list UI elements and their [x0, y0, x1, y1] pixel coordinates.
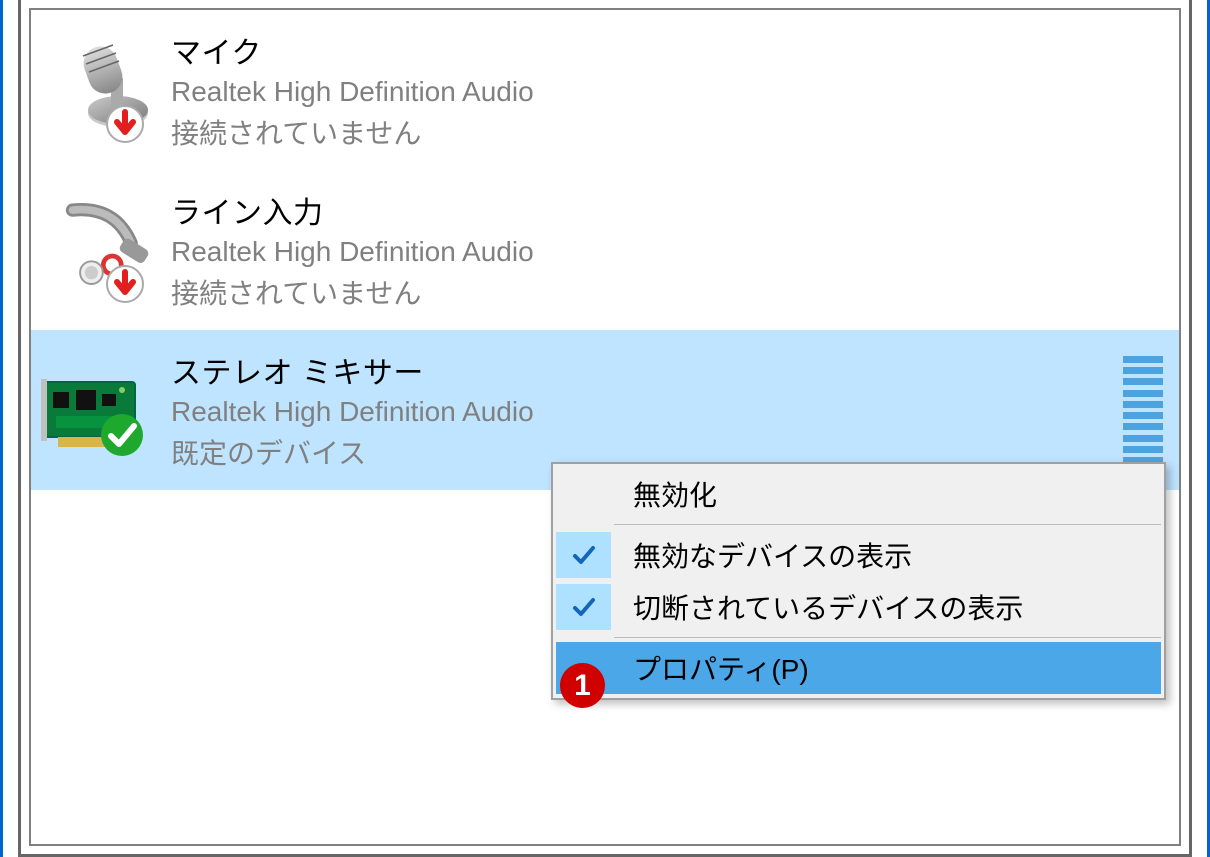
device-item-mic[interactable]: マイク Realtek High Definition Audio 接続されてい…: [31, 10, 1179, 170]
device-item-line-in[interactable]: ライン入力 Realtek High Definition Audio 接続され…: [31, 170, 1179, 330]
device-description: Realtek High Definition Audio: [171, 76, 1169, 108]
disconnected-badge-icon: [105, 104, 145, 144]
menu-item-disable[interactable]: 無効化: [556, 468, 1161, 520]
menu-separator: [614, 524, 1161, 525]
default-device-badge-icon: [99, 412, 145, 458]
device-name: ライン入力: [171, 188, 1169, 232]
device-name: ステレオ ミキサー: [171, 348, 1123, 392]
menu-item-show-disconnected[interactable]: 切断されているデバイスの表示: [556, 581, 1161, 633]
device-description: Realtek High Definition Audio: [171, 396, 1123, 428]
menu-separator: [614, 637, 1161, 638]
menu-item-properties[interactable]: プロパティ(P): [556, 642, 1161, 694]
recording-devices-list[interactable]: マイク Realtek High Definition Audio 接続されてい…: [29, 8, 1181, 846]
menu-item-label: 無効化: [611, 474, 1161, 514]
checkmark-icon: [570, 593, 598, 621]
menu-item-label: 無効なデバイスの表示: [611, 535, 1161, 575]
level-meter: [1123, 356, 1163, 464]
menu-item-show-disabled[interactable]: 無効なデバイスの表示: [556, 529, 1161, 581]
disconnected-badge-icon: [105, 264, 145, 304]
device-description: Realtek High Definition Audio: [171, 236, 1169, 268]
menu-item-label: プロパティ(P): [611, 648, 1161, 688]
checkmark-icon: [570, 541, 598, 569]
device-status: 接続されていません: [171, 112, 1169, 152]
context-menu: 無効化 無効なデバイスの表示 切断されているデバイスの表示 プロパティ(P): [551, 462, 1166, 700]
device-name: マイク: [171, 28, 1169, 72]
device-status: 接続されていません: [171, 272, 1169, 312]
annotation-callout-1: 1: [560, 663, 605, 708]
menu-item-label: 切断されているデバイスの表示: [611, 587, 1161, 627]
